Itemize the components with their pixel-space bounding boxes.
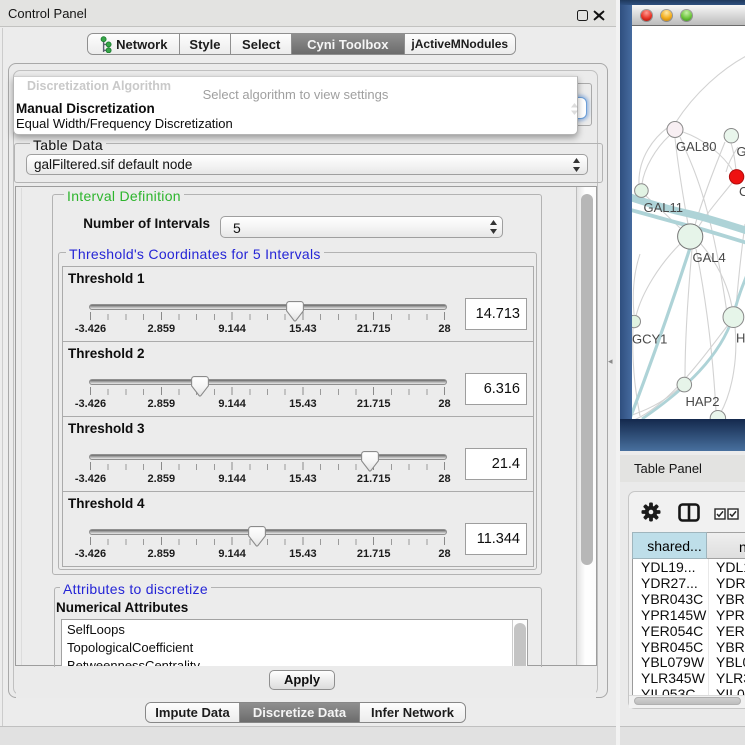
svg-text:GAL11: GAL11 <box>644 200 684 215</box>
svg-text:HAP2: HAP2 <box>686 394 720 409</box>
svg-text:GAL80: GAL80 <box>676 139 716 154</box>
svg-text:C: C <box>739 184 745 199</box>
svg-text:GCY1: GCY1 <box>632 332 667 347</box>
svg-text:GAL4: GAL4 <box>693 250 726 265</box>
svg-text:H: H <box>736 331 745 346</box>
svg-text:GA: GA <box>737 144 745 159</box>
